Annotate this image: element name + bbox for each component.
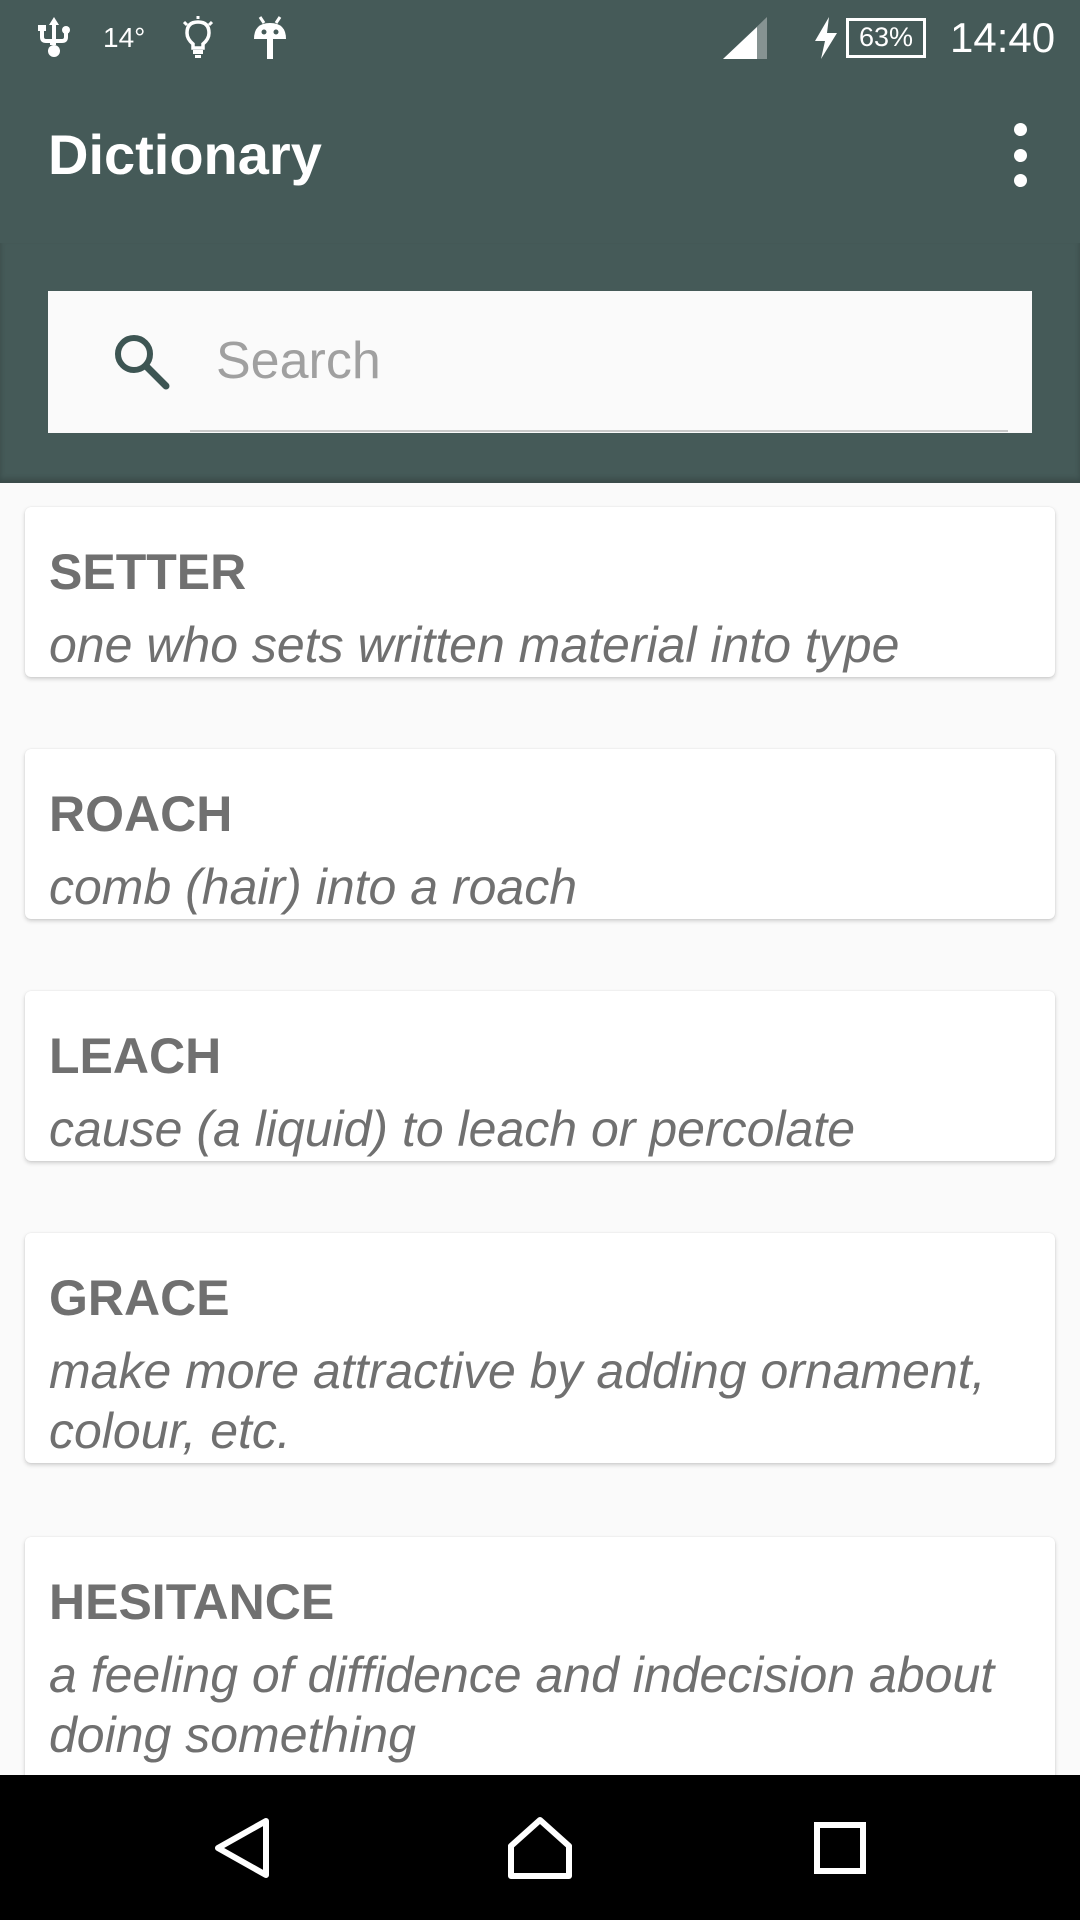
entry-definition: make more attractive by adding ornament,… xyxy=(49,1343,986,1459)
home-icon[interactable] xyxy=(470,1775,610,1920)
entry-definition: cause (a liquid) to leach or percolate xyxy=(49,1101,856,1157)
signal-icon xyxy=(720,0,770,75)
dictionary-list[interactable]: SETTER one who sets written material int… xyxy=(0,483,1080,1775)
search-icon[interactable] xyxy=(112,332,170,395)
battery-icon: 63% xyxy=(844,0,928,75)
entry-word: HESITANCE xyxy=(49,1574,335,1630)
lightbulb-icon xyxy=(178,0,218,75)
list-item[interactable]: GRACE make more attractive by adding orn… xyxy=(25,1233,1055,1463)
navigation-bar xyxy=(0,1775,1080,1920)
battery-percent-text: 63% xyxy=(858,22,914,52)
recents-icon[interactable] xyxy=(770,1775,910,1920)
back-icon[interactable] xyxy=(172,1775,312,1920)
list-item[interactable]: HESITANCE a feeling of diffidence and in… xyxy=(25,1537,1055,1775)
list-item[interactable]: ROACH comb (hair) into a roach xyxy=(25,749,1055,919)
charging-icon xyxy=(808,0,844,75)
entry-definition: comb (hair) into a roach xyxy=(49,859,578,915)
app-title: Dictionary xyxy=(48,123,322,186)
entry-definition: one who sets written material into type xyxy=(49,617,900,673)
entry-word: LEACH xyxy=(49,1028,222,1084)
status-bar: 14° 63% 14:40 xyxy=(0,0,1080,75)
clock-text: 14:40 xyxy=(950,13,1056,61)
search-input[interactable] xyxy=(190,292,1008,432)
entry-word: ROACH xyxy=(49,786,233,842)
temperature-text: 14° xyxy=(103,21,146,53)
entry-word: SETTER xyxy=(49,544,247,600)
entry-word: GRACE xyxy=(49,1270,230,1326)
app-toolbar: Dictionary xyxy=(0,75,1080,243)
list-item[interactable]: SETTER one who sets written material int… xyxy=(25,507,1055,677)
list-item[interactable]: LEACH cause (a liquid) to leach or perco… xyxy=(25,991,1055,1161)
more-vert-icon[interactable] xyxy=(990,123,1050,187)
usb-icon xyxy=(34,0,74,75)
android-icon xyxy=(248,0,292,75)
entry-definition: a feeling of diffidence and indecision a… xyxy=(49,1647,995,1763)
